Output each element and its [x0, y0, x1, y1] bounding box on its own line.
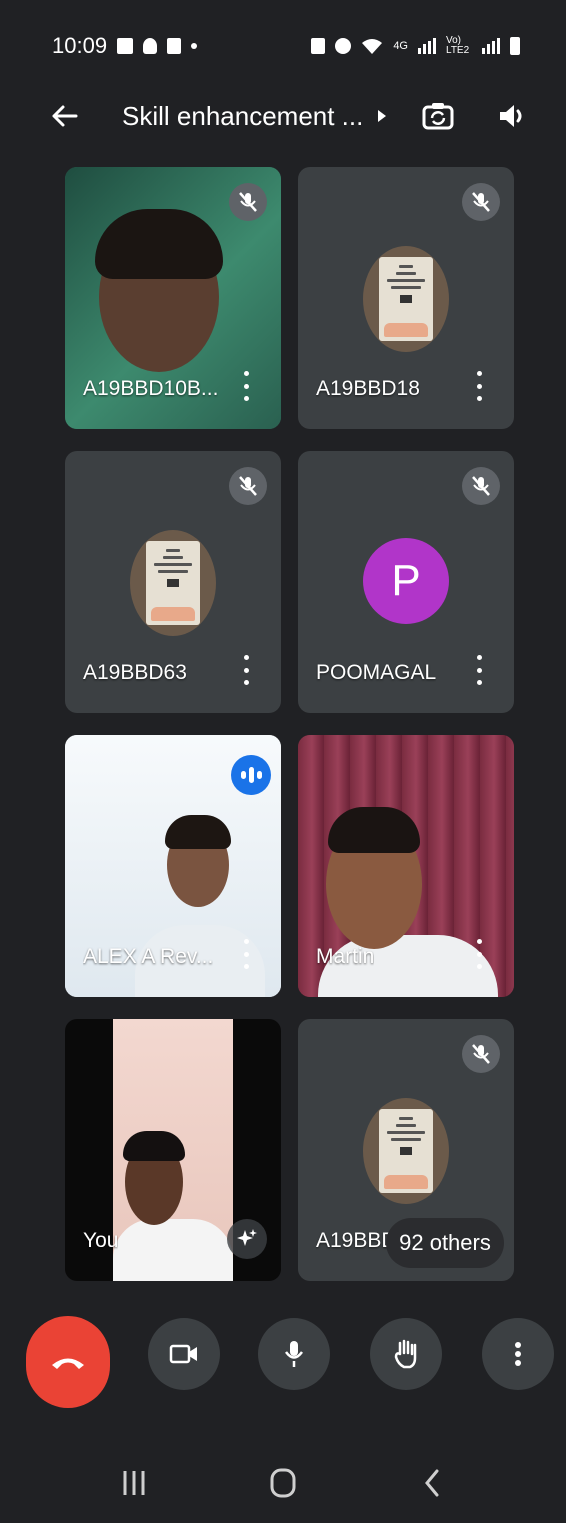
wifi-icon	[362, 39, 383, 54]
system-navigation-bar	[0, 1443, 566, 1523]
participant-tile[interactable]: A19BBD63	[65, 451, 281, 713]
participant-name: Martin	[316, 945, 375, 968]
switch-camera-button[interactable]	[416, 94, 460, 138]
camera-icon	[169, 1344, 197, 1364]
participant-name: A19BBD63	[83, 661, 187, 684]
volte-label: Vo) LTE2	[446, 35, 470, 56]
back-nav-icon	[424, 1469, 439, 1497]
speaker-icon	[500, 105, 522, 127]
more-options-icon[interactable]	[472, 371, 486, 401]
participant-tile[interactable]: ALEX A Rev...	[65, 735, 281, 997]
meeting-title-button[interactable]: Skill enhancement ...	[122, 101, 387, 132]
chevron-right-icon	[378, 110, 387, 122]
raise-hand-button[interactable]	[370, 1318, 442, 1390]
profile-picture	[130, 530, 216, 636]
effects-button[interactable]	[227, 1219, 267, 1259]
poster-image	[379, 1109, 433, 1193]
speaker-button[interactable]	[490, 94, 534, 138]
sparkle-icon	[237, 1229, 257, 1246]
meeting-title: Skill enhancement ...	[122, 100, 364, 131]
mic-off-icon	[462, 467, 500, 505]
participant-name: A19BBD10B...	[83, 377, 219, 400]
more-options-icon[interactable]	[472, 655, 486, 685]
bag-icon	[167, 38, 182, 54]
self-view-tile[interactable]: You	[65, 1019, 281, 1281]
participant-tile[interactable]: A19BBD18	[298, 167, 514, 429]
mic-off-icon	[229, 183, 267, 221]
more-options-icon[interactable]	[239, 371, 253, 401]
participant-name: A19BBD	[316, 1229, 397, 1252]
poster-image	[379, 257, 433, 341]
others-count-button[interactable]: 92 others	[386, 1218, 504, 1268]
mic-off-icon	[462, 183, 500, 221]
back-arrow-icon	[52, 105, 78, 127]
status-left: 10:09	[52, 33, 198, 59]
mic-off-icon	[229, 467, 267, 505]
mic-off-icon	[462, 1035, 500, 1073]
recent-apps-icon	[123, 1471, 145, 1495]
camera-button[interactable]	[148, 1318, 220, 1390]
letter-avatar: P	[363, 538, 449, 624]
microphone-button[interactable]	[258, 1318, 330, 1390]
participant-hair	[165, 815, 231, 849]
more-vertical-icon	[515, 1342, 521, 1366]
home-icon	[270, 1468, 296, 1498]
recent-apps-button[interactable]	[104, 1453, 164, 1513]
participant-tile[interactable]: Martin	[298, 735, 514, 997]
participant-hair	[328, 807, 420, 853]
home-button[interactable]	[253, 1453, 313, 1513]
signal-icon	[418, 38, 436, 54]
more-options-button[interactable]	[482, 1318, 554, 1390]
more-options-icon[interactable]	[239, 655, 253, 685]
back-nav-button[interactable]	[402, 1453, 462, 1513]
participant-hair	[123, 1131, 185, 1161]
profile-picture	[363, 246, 449, 352]
status-time: 10:09	[52, 33, 108, 58]
participant-name: POOMAGAL	[316, 661, 437, 684]
raise-hand-icon	[394, 1339, 417, 1369]
battery-icon	[510, 37, 520, 55]
battery-saver-icon	[311, 38, 326, 54]
back-button[interactable]	[44, 96, 84, 136]
poster-image	[146, 541, 200, 625]
more-notifications-icon	[191, 43, 198, 49]
notification-bell-icon	[143, 38, 158, 54]
participant-name: A19BBD18	[316, 377, 420, 400]
profile-picture	[363, 1098, 449, 1204]
microphone-icon	[284, 1341, 304, 1367]
participant-tile[interactable]: A19BBD10B...	[65, 167, 281, 429]
hang-up-icon	[52, 1358, 84, 1369]
network-type-label: 4G	[393, 40, 408, 52]
end-call-button[interactable]	[26, 1316, 110, 1408]
meeting-header: Skill enhancement ...	[0, 88, 566, 144]
more-options-icon[interactable]	[239, 939, 253, 969]
speaking-indicator-icon	[231, 755, 271, 795]
participant-name: You	[83, 1229, 119, 1252]
alarm-icon	[335, 38, 352, 54]
call-controls	[0, 1316, 566, 1410]
signal-2-icon	[482, 38, 500, 54]
participant-name: ALEX A Rev...	[83, 945, 214, 968]
status-right: 4G Vo) LTE2	[311, 36, 520, 56]
participant-body	[113, 1219, 233, 1281]
more-options-icon[interactable]	[472, 939, 486, 969]
participant-tile[interactable]: P POOMAGAL	[298, 451, 514, 713]
status-bar: 10:09 4G Vo) LTE2	[0, 0, 566, 92]
gallery-icon	[117, 38, 134, 54]
switch-camera-icon	[422, 103, 454, 130]
